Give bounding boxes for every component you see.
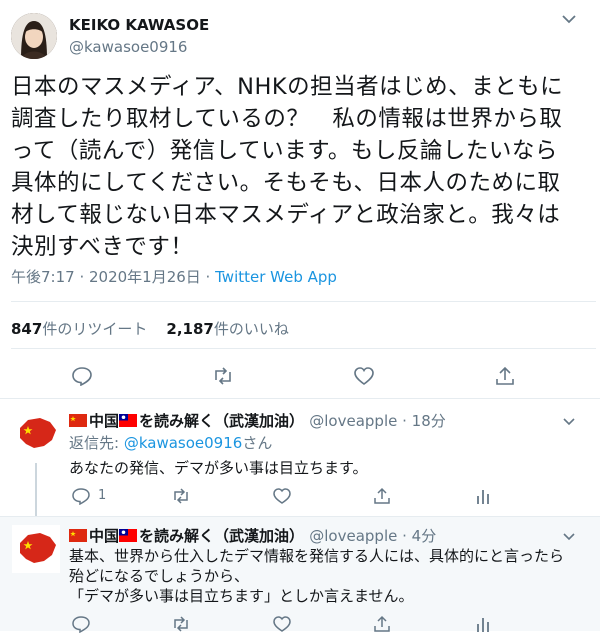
reply-avatar[interactable] (12, 525, 60, 573)
tweet-text: 日本のマスメディア、NHKの担当者はじめ、まともに 調査したり取材しているの？ … (11, 74, 564, 260)
like-count: 2,187 (166, 320, 214, 338)
china-flag-icon (69, 529, 87, 542)
reply-author-name-text: 中国 (89, 527, 120, 545)
tweet-source-link[interactable]: Twitter Web App (215, 268, 337, 286)
share-icon[interactable] (494, 366, 516, 386)
reply-author-handle[interactable]: @loveapple · 18分 (309, 412, 445, 430)
author-handle[interactable]: @kawasoe0916 (69, 38, 187, 56)
taiwan-flag-icon (119, 529, 138, 542)
share-icon[interactable] (372, 615, 392, 633)
reply-count: 1 (98, 488, 107, 503)
like-icon[interactable] (353, 366, 375, 386)
avatar[interactable] (11, 13, 57, 59)
retweet-icon[interactable] (212, 366, 234, 386)
author-name[interactable]: KEIKO KAWASOE (69, 16, 209, 34)
reply-tweet[interactable]: 中国 を読み解く（武漢加油） @loveapple · 18分 返信先: @kaw… (0, 399, 600, 516)
reply-author-name-suffix: を読み解く（武漢加油） (139, 527, 305, 545)
tweet-stats: 847件のリツイート 2,187件のいいね (11, 318, 289, 339)
tweet-timestamp[interactable]: 午後7:17 · 2020年1月26日 · (11, 268, 210, 286)
reply-icon[interactable] (71, 487, 91, 505)
china-flag-icon (69, 414, 87, 427)
divider (11, 348, 596, 349)
chevron-down-icon[interactable] (563, 532, 575, 541)
like-stat[interactable]: 2,187件のいいね (166, 320, 288, 338)
like-icon[interactable] (272, 615, 292, 633)
reply-author-name-suffix: を読み解く（武漢加油） (139, 412, 305, 430)
reply-author-handle[interactable]: @loveapple · 4分 (309, 527, 436, 545)
reply-to-line: 返信先: @kawasoe0916さん (69, 433, 272, 453)
thread-line (35, 463, 37, 516)
share-icon[interactable] (372, 487, 392, 505)
chevron-down-icon[interactable] (563, 417, 575, 426)
reply-to-label: 返信先: (69, 434, 120, 452)
like-stat-label: 件のいいね (213, 320, 289, 338)
tweet-meta: 午後7:17 · 2020年1月26日 · Twitter Web App (11, 266, 337, 287)
analytics-icon[interactable] (473, 487, 493, 505)
reply-to-handle[interactable]: @kawasoe0916 (124, 434, 242, 452)
divider (11, 301, 596, 302)
chevron-down-icon[interactable] (562, 14, 576, 24)
reply-author-name-text: 中国 (89, 412, 120, 430)
reply-author-name[interactable]: 中国 を読み解く（武漢加油） @loveapple · 18分 (69, 410, 446, 431)
reply-icon[interactable] (71, 615, 91, 633)
retweet-stat[interactable]: 847件のリツイート (11, 320, 147, 338)
analytics-icon[interactable] (473, 615, 493, 633)
retweet-icon[interactable] (171, 615, 191, 633)
taiwan-flag-icon (119, 414, 138, 427)
like-icon[interactable] (272, 487, 292, 505)
reply-tweet[interactable]: 中国 を読み解く（武漢加油） @loveapple · 4分 基本、世界から仕入し… (0, 517, 600, 633)
reply-icon[interactable] (71, 366, 93, 386)
retweet-count: 847 (11, 320, 43, 338)
reply-to-suffix: さん (242, 434, 273, 452)
reply-text: 基本、世界から仕入したデマ情報を発信する人には、具体的にと言ったら 殆どになるで… (69, 547, 565, 605)
reply-avatar[interactable] (12, 410, 60, 458)
retweet-stat-label: 件のリツイート (42, 320, 148, 338)
retweet-icon[interactable] (171, 487, 191, 505)
reply-author-name[interactable]: 中国 を読み解く（武漢加油） @loveapple · 4分 (69, 525, 436, 546)
reply-text: あなたの発信、デマが多い事は目立ちます。 (69, 459, 368, 477)
